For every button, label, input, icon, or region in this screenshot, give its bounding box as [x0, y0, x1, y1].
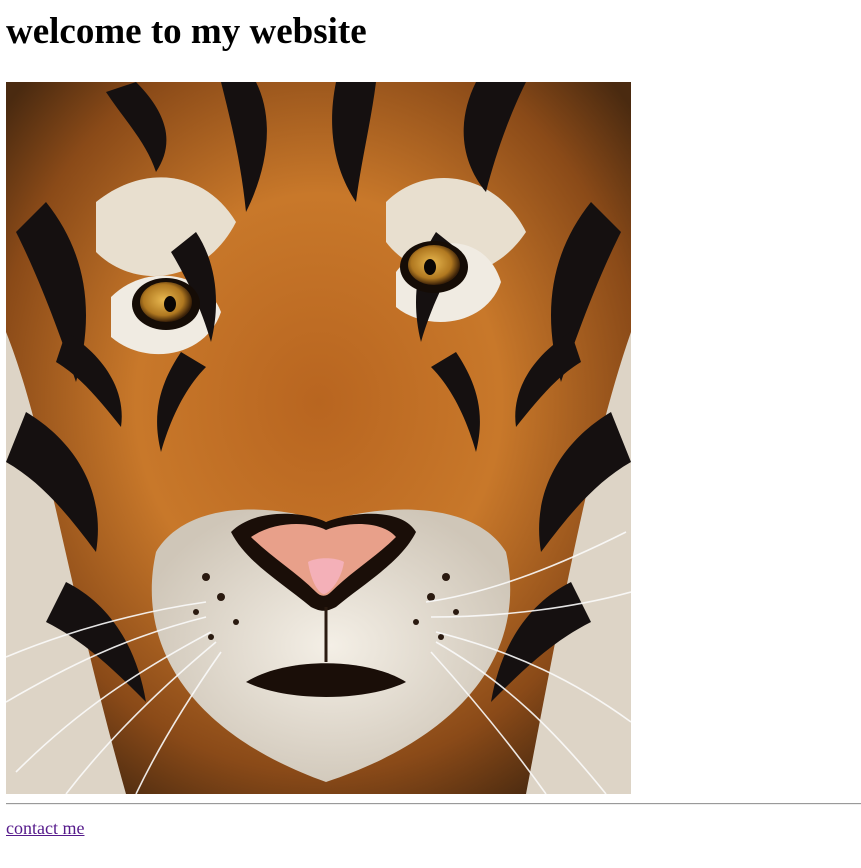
tiger-photo — [6, 82, 631, 794]
contact-link[interactable]: contact me — [6, 817, 84, 839]
horizontal-rule — [6, 803, 861, 805]
tiger-face-icon — [6, 82, 631, 794]
page-title: welcome to my website — [6, 11, 367, 52]
